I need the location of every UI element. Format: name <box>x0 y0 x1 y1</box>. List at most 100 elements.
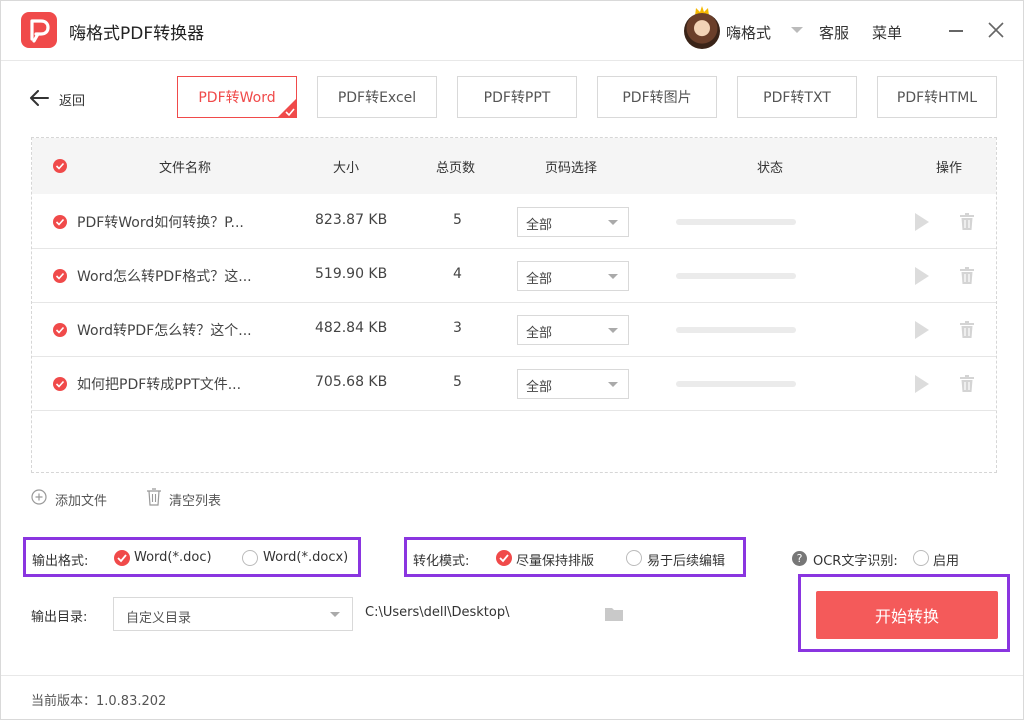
add-file-icon[interactable] <box>31 489 47 505</box>
output-format-group: 输出格式: Word(*.doc) Word(*.docx) <box>23 537 361 577</box>
radio-ocr-enable-label[interactable]: 启用 <box>933 550 959 569</box>
play-icon[interactable] <box>915 267 929 285</box>
folder-icon[interactable] <box>604 606 624 622</box>
check-icon <box>55 218 65 226</box>
file-name: PDF转Word如何转换？P... <box>77 215 244 231</box>
tab-label: PDF转图片 <box>622 90 692 106</box>
clear-list-button[interactable]: 清空列表 <box>169 490 221 509</box>
file-table: 文件名称 大小 总页数 页码选择 状态 操作 PDF转Word如何转换？P...… <box>31 137 997 473</box>
radio-ocr-enable[interactable] <box>913 550 929 566</box>
tab-label: PDF转Word <box>198 90 276 106</box>
column-header-range: 页码选择 <box>545 161 598 176</box>
radio-doc-label[interactable]: Word(*.doc) <box>134 550 212 565</box>
username[interactable]: 嗨格式 <box>726 22 771 43</box>
play-icon[interactable] <box>915 321 929 339</box>
page-count: 5 <box>453 374 462 390</box>
radio-doc[interactable] <box>114 550 130 566</box>
tab-label: PDF转HTML <box>896 90 978 106</box>
output-format-label: 输出格式: <box>32 554 89 569</box>
trash-icon[interactable] <box>959 267 975 285</box>
file-name: Word转PDF怎么转？这个... <box>77 323 252 339</box>
chevron-down-icon[interactable] <box>791 27 803 33</box>
tab-label: PDF转Excel <box>337 90 417 106</box>
check-icon <box>499 554 509 563</box>
app-window: 嗨格式PDF转换器 嗨格式 客服 菜单 返回 PDF转Word PDF转Exce… <box>0 0 1024 720</box>
radio-docx[interactable] <box>242 550 258 566</box>
app-title: 嗨格式PDF转换器 <box>69 24 205 44</box>
tab-pdf-to-html[interactable]: PDF转HTML <box>877 76 997 118</box>
tab-pdf-to-image[interactable]: PDF转图片 <box>597 76 717 118</box>
row-checkbox[interactable] <box>53 377 67 391</box>
radio-docx-label[interactable]: Word(*.docx) <box>263 550 348 565</box>
file-name: Word怎么转PDF格式？这... <box>77 269 252 285</box>
radio-keep-layout[interactable] <box>496 550 512 566</box>
status-progress <box>676 219 796 225</box>
arrow-left-icon <box>30 90 49 106</box>
check-icon <box>55 162 65 170</box>
app-logo-icon <box>21 12 57 48</box>
page-count: 5 <box>453 212 462 228</box>
close-icon[interactable] <box>987 21 1005 39</box>
radio-keep-layout-label[interactable]: 尽量保持排版 <box>516 550 594 569</box>
output-dir-value: 自定义目录 <box>126 611 192 626</box>
table-row: Word转PDF怎么转？这个... 482.84 KB 3 全部 <box>32 303 996 357</box>
status-progress <box>676 327 796 333</box>
chevron-down-icon <box>608 220 618 225</box>
check-icon <box>117 554 127 563</box>
check-icon <box>55 326 65 334</box>
file-name: 如何把PDF转成PPT文件... <box>77 377 242 393</box>
file-size: 519.90 KB <box>315 266 388 282</box>
table-row: 如何把PDF转成PPT文件... 705.68 KB 5 全部 <box>32 357 996 411</box>
page-range-select[interactable]: 全部 <box>517 261 629 291</box>
chevron-down-icon <box>330 612 340 617</box>
selected-corner-icon <box>277 98 297 118</box>
back-button[interactable] <box>29 87 49 109</box>
column-header-size: 大小 <box>333 161 360 176</box>
tab-pdf-to-word[interactable]: PDF转Word <box>177 76 297 118</box>
row-checkbox[interactable] <box>53 215 67 229</box>
radio-easy-edit-label[interactable]: 易于后续编辑 <box>647 550 725 569</box>
page-range-select[interactable]: 全部 <box>517 315 629 345</box>
trash-icon[interactable] <box>146 488 162 506</box>
column-header-pages: 总页数 <box>436 161 476 176</box>
page-range-select[interactable]: 全部 <box>517 207 629 237</box>
table-header: 文件名称 大小 总页数 页码选择 状态 操作 <box>32 138 996 194</box>
help-icon[interactable]: ? <box>792 551 807 566</box>
output-path: C:\Users\dell\Desktop\ <box>365 605 510 620</box>
page-count: 4 <box>453 266 462 282</box>
column-header-status: 状态 <box>757 161 784 176</box>
trash-icon[interactable] <box>959 375 975 393</box>
page-range-value: 全部 <box>526 380 553 395</box>
back-label[interactable]: 返回 <box>59 90 85 109</box>
avatar[interactable] <box>684 13 720 49</box>
column-header-name: 文件名称 <box>159 161 212 176</box>
radio-easy-edit[interactable] <box>626 550 642 566</box>
play-icon[interactable] <box>915 213 929 231</box>
select-all-checkbox[interactable] <box>53 159 67 173</box>
table-row: PDF转Word如何转换？P... 823.87 KB 5 全部 <box>32 195 996 249</box>
status-progress <box>676 381 796 387</box>
minimize-icon[interactable] <box>949 30 963 32</box>
tab-pdf-to-txt[interactable]: PDF转TXT <box>737 76 857 118</box>
row-checkbox[interactable] <box>53 269 67 283</box>
row-checkbox[interactable] <box>53 323 67 337</box>
column-header-actions: 操作 <box>936 161 963 176</box>
tab-pdf-to-ppt[interactable]: PDF转PPT <box>457 76 577 118</box>
page-range-value: 全部 <box>526 326 553 341</box>
menu-button[interactable]: 菜单 <box>872 22 902 43</box>
start-convert-button[interactable]: 开始转换 <box>816 591 998 639</box>
trash-icon[interactable] <box>959 321 975 339</box>
chevron-down-icon <box>608 328 618 333</box>
check-icon <box>55 380 65 388</box>
chevron-down-icon <box>608 274 618 279</box>
trash-icon[interactable] <box>959 213 975 231</box>
status-progress <box>676 273 796 279</box>
play-icon[interactable] <box>915 375 929 393</box>
output-dir-label: 输出目录: <box>31 610 88 625</box>
service-button[interactable]: 客服 <box>819 22 849 43</box>
output-dir-select[interactable]: 自定义目录 <box>113 597 353 631</box>
add-file-button[interactable]: 添加文件 <box>55 490 107 509</box>
tab-pdf-to-excel[interactable]: PDF转Excel <box>317 76 437 118</box>
file-size: 823.87 KB <box>315 212 388 228</box>
page-range-select[interactable]: 全部 <box>517 369 629 399</box>
